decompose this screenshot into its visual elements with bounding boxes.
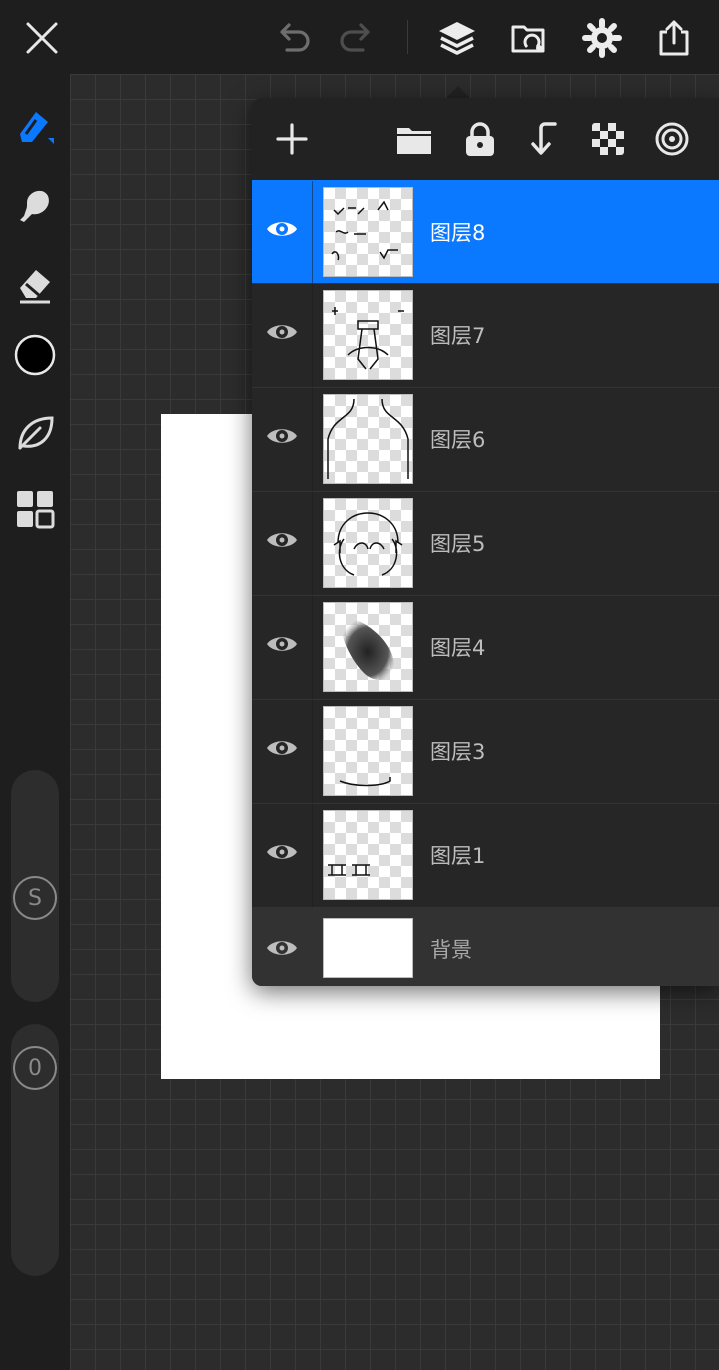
size-slider-knob[interactable]: S — [13, 876, 57, 920]
target-icon[interactable] — [649, 116, 695, 162]
layer-name: 图层7 — [430, 324, 486, 348]
grid-icon[interactable] — [10, 484, 60, 534]
layer-name: 图层8 — [430, 221, 486, 245]
color-swatch[interactable] — [10, 330, 60, 380]
layer-name: 图层4 — [430, 636, 486, 660]
redo-icon[interactable] — [333, 12, 381, 64]
layer-name: 图层6 — [430, 428, 486, 452]
layer-thumbnail — [323, 706, 413, 796]
share-icon[interactable] — [650, 12, 698, 64]
brush-icon[interactable] — [10, 100, 60, 150]
merge-down-icon[interactable] — [521, 116, 567, 162]
visibility-eye-icon[interactable] — [262, 928, 302, 968]
visibility-eye-icon[interactable] — [262, 209, 302, 249]
visibility-eye-icon[interactable] — [262, 728, 302, 768]
layer-row[interactable]: 图层8 — [252, 180, 719, 284]
layer-thumbnail — [323, 290, 413, 380]
background-layer-row[interactable]: 背景 — [252, 907, 719, 986]
row-divider — [312, 700, 313, 803]
layer-name: 图层1 — [430, 844, 486, 868]
layer-row[interactable]: 图层5 — [252, 491, 719, 595]
gallery-icon[interactable] — [505, 12, 553, 64]
visibility-eye-icon[interactable] — [262, 520, 302, 560]
visibility-eye-icon[interactable] — [262, 416, 302, 456]
layer-thumbnail — [323, 187, 413, 277]
visibility-eye-icon[interactable] — [262, 624, 302, 664]
left-sidebar: S 0 — [0, 74, 70, 1370]
layer-thumbnail — [323, 498, 413, 588]
brush-size-slider[interactable]: S — [11, 770, 59, 1002]
layers-panel-toolbar — [252, 98, 719, 180]
row-divider — [312, 596, 313, 699]
layers-panel: 图层8 图层7 图层6 图层5 图层4 图层3 图层1 背景 — [252, 98, 719, 986]
opacity-slider[interactable]: 0 — [11, 1024, 59, 1276]
layer-row[interactable]: 图层6 — [252, 387, 719, 491]
layer-name: 背景 — [430, 938, 472, 962]
lock-icon[interactable] — [457, 116, 503, 162]
layer-row[interactable]: 图层7 — [252, 283, 719, 387]
layer-thumbnail — [323, 394, 413, 484]
row-divider — [312, 181, 313, 284]
row-divider — [312, 284, 313, 387]
opacity-slider-label: 0 — [28, 1055, 42, 1081]
close-icon[interactable] — [18, 12, 66, 64]
layer-thumbnail — [323, 810, 413, 900]
row-divider — [312, 804, 313, 907]
panel-pointer — [446, 86, 470, 98]
layer-row[interactable]: 图层3 — [252, 699, 719, 803]
size-slider-label: S — [28, 885, 42, 911]
folder-icon[interactable] — [391, 116, 437, 162]
visibility-eye-icon[interactable] — [262, 312, 302, 352]
undo-icon[interactable] — [269, 12, 317, 64]
background-thumbnail — [323, 918, 413, 978]
settings-icon[interactable] — [578, 12, 626, 64]
layer-row[interactable]: 图层1 — [252, 803, 719, 907]
layer-name: 图层3 — [430, 740, 486, 764]
leaf-icon[interactable] — [10, 408, 60, 458]
top-toolbar — [0, 0, 719, 74]
visibility-eye-icon[interactable] — [262, 832, 302, 872]
layer-name: 图层5 — [430, 532, 486, 556]
smudge-icon[interactable] — [10, 180, 60, 230]
layers-icon[interactable] — [433, 12, 481, 64]
layer-thumbnail — [323, 602, 413, 692]
checkerboard-icon[interactable] — [585, 116, 631, 162]
layer-row[interactable]: 图层4 — [252, 595, 719, 699]
eraser-icon[interactable] — [10, 258, 60, 308]
add-icon[interactable] — [269, 116, 315, 162]
opacity-slider-knob[interactable]: 0 — [13, 1046, 57, 1090]
row-divider — [312, 388, 313, 491]
row-divider — [312, 492, 313, 595]
toolbar-divider — [407, 20, 408, 54]
